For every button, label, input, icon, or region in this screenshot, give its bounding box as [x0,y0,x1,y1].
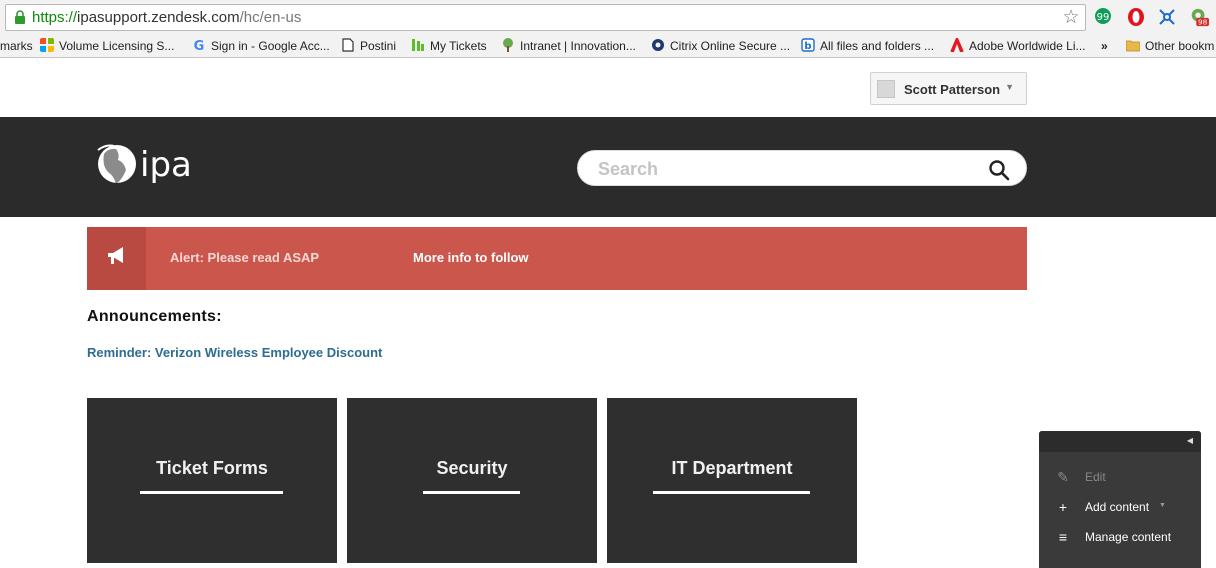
category-tile-ticket-forms[interactable]: Ticket Forms [87,398,337,563]
adobe-icon [950,38,964,52]
page-icon [342,38,354,52]
caret-down-icon: ▼ [1005,82,1014,92]
announcement-link[interactable]: Reminder: Verizon Wireless Employee Disc… [87,345,382,360]
user-menu-button[interactable]: Scott Patterson ▼ [870,72,1027,105]
admin-add-content-item[interactable]: + Add content ▼ [1039,497,1201,519]
bookmark-item[interactable]: b All files and folders ... [801,38,934,54]
google-icon: G [194,39,205,52]
bookmark-star-icon[interactable]: ☆ [1061,8,1081,28]
opera-icon[interactable] [1126,7,1146,27]
pencil-icon: ✎ [1057,469,1069,485]
lock-icon [15,10,25,24]
network-icon[interactable] [1157,7,1177,27]
category-tile-security[interactable]: Security [347,398,597,563]
address-bar[interactable]: https://ipasupport.zendesk.com/hc/en-us … [5,4,1086,31]
admin-edit-item[interactable]: ✎ Edit [1039,467,1201,489]
category-tile-it-department[interactable]: IT Department [607,398,857,563]
bookmark-item[interactable]: My Tickets [411,38,487,54]
tile-underline [423,491,520,494]
alert-title: Alert: Please read ASAP [170,250,320,265]
manage-icon: ≡ [1058,529,1068,545]
megaphone-icon [108,247,123,264]
url-text: https://ipasupport.zendesk.com/hc/en-us [32,9,302,26]
search-input[interactable] [598,157,978,181]
avatar [877,80,895,98]
gear-icon [652,39,664,51]
tile-label: Security [436,458,508,478]
bookmarks-overflow-button[interactable]: » [1101,38,1108,54]
bookmark-item[interactable]: G Sign in - Google Acc... [192,38,330,54]
search-bar [577,150,1027,186]
svg-text:ipa: ipa [140,145,192,185]
alert-more-info: More info to follow [413,250,529,265]
collapse-arrow-icon[interactable]: ◀ [1187,436,1193,445]
bookmark-item[interactable]: Postini [341,38,396,54]
bookmark-item[interactable]: marks [0,38,33,54]
tile-label: IT Department [671,458,793,478]
ipa-logo[interactable]: ipa [96,140,196,192]
folder-icon [1126,40,1140,52]
alert-icon-box [87,227,146,290]
bookmark-item[interactable]: Adobe Worldwide Li... [950,38,1086,54]
tile-label: Ticket Forms [156,458,268,478]
svg-text:98: 98 [1198,18,1208,27]
plus-icon: + [1058,499,1068,515]
bookmark-item[interactable]: Volume Licensing S... [40,38,174,54]
tickets-icon [412,39,424,51]
tile-underline [140,491,283,494]
user-name: Scott Patterson [904,82,1001,97]
svg-text:G: G [194,39,205,52]
alert-banner: Alert: Please read ASAP More info to fol… [87,227,1027,290]
svg-text:b: b [804,41,811,52]
search-icon[interactable] [988,159,1010,181]
caret-down-icon: ▼ [1159,502,1166,509]
site-header: ipa [0,117,1216,217]
windows-icon [40,38,54,52]
admin-menu-header: ◀ [1039,431,1201,452]
admin-manage-content-item[interactable]: ≡ Manage content [1039,527,1201,549]
admin-menu-panel: ◀ ✎ Edit + Add content ▼ ≡ Manage conten… [1039,431,1201,568]
other-bookmarks-folder[interactable]: Other bookm [1126,38,1214,54]
box-icon: b [801,38,815,52]
announcements-heading: Announcements: [87,308,222,325]
bookmark-item[interactable]: Citrix Online Secure ... [651,38,790,54]
tile-underline [653,491,810,494]
svg-text:99: 99 [1097,12,1110,23]
extension-gear-icon[interactable]: 98 [1189,7,1209,27]
tree-icon [503,38,513,52]
bookmark-item[interactable]: Intranet | Innovation... [501,38,636,54]
browser-toolbar: https://ipasupport.zendesk.com/hc/en-us … [0,0,1216,34]
hangouts-icon[interactable]: 99 [1093,7,1113,27]
bookmarks-bar: marks Volume Licensing S... G Sign in - G… [0,34,1216,58]
